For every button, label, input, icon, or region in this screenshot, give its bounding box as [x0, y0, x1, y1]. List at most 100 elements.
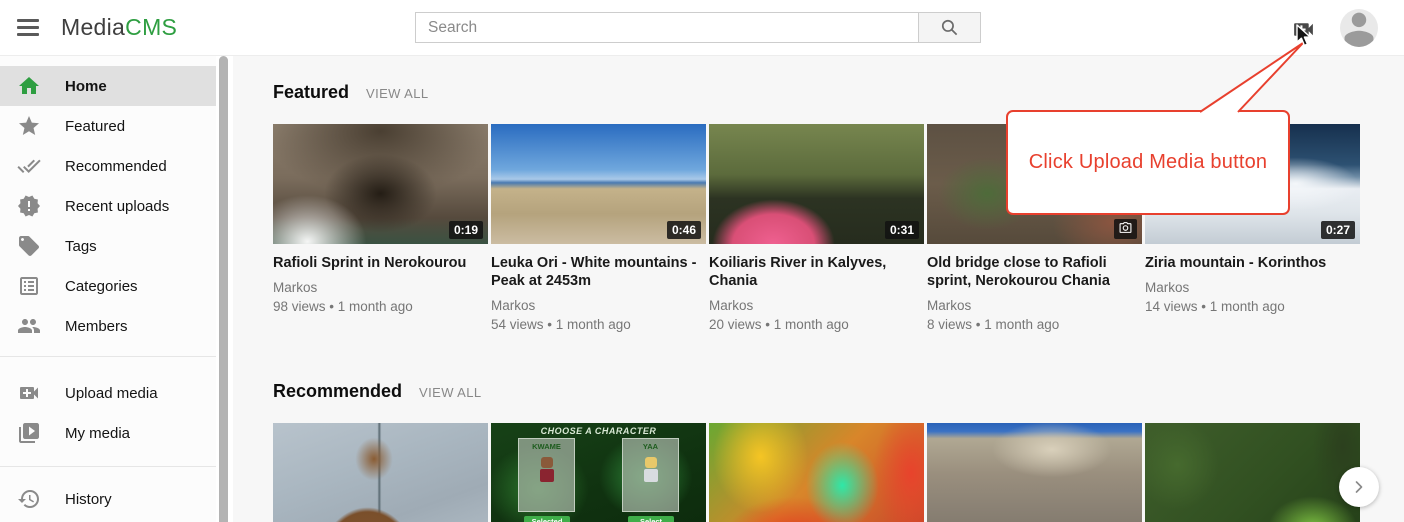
thumb-game-sprite: [540, 457, 554, 483]
sidebar-item-label: My media: [65, 425, 130, 442]
sidebar-item-recent-uploads[interactable]: Recent uploads: [0, 186, 216, 226]
video-title[interactable]: Leuka Ori - White mountains - Peak at 24…: [491, 254, 706, 290]
duration-badge: 0:27: [1321, 221, 1355, 239]
done-all-icon: [17, 154, 41, 178]
media-card: [1145, 423, 1360, 522]
logo-media: Media: [61, 14, 125, 40]
hamburger-icon[interactable]: [17, 19, 39, 36]
video-thumbnail[interactable]: 0:31: [709, 124, 924, 244]
video-thumbnail[interactable]: [927, 423, 1142, 522]
members-icon: [17, 314, 41, 338]
sidebar-item-home[interactable]: Home: [0, 66, 216, 106]
person-icon: [1340, 9, 1378, 47]
thumb-game-header-text: CHOOSE A CHARACTER: [491, 426, 706, 436]
video-thumbnail[interactable]: 0:46: [491, 124, 706, 244]
sidebar-item-label: Recent uploads: [65, 198, 169, 215]
view-all-link[interactable]: VIEW ALL: [419, 385, 481, 400]
categories-icon: [17, 274, 41, 298]
video-author[interactable]: Markos: [273, 280, 488, 296]
sidebar-item-label: Members: [65, 318, 128, 335]
thumb-game-button: Select: [628, 516, 674, 522]
thumb-game-button: Selected: [524, 516, 570, 522]
media-card: 0:19 Rafioli Sprint in Nerokourou Markos…: [273, 124, 488, 333]
upload-media-button[interactable]: [1291, 17, 1316, 42]
carousel-next-button[interactable]: [1339, 467, 1379, 507]
video-title[interactable]: Ziria mountain - Korinthos: [1145, 254, 1360, 272]
history-icon: [17, 487, 41, 511]
duration-badge: 0:19: [449, 221, 483, 239]
view-all-link[interactable]: VIEW ALL: [366, 86, 428, 101]
sidebar-item-my-media[interactable]: My media: [0, 413, 216, 453]
chevron-right-icon: [1349, 477, 1369, 497]
sidebar-item-tags[interactable]: Tags: [0, 226, 216, 266]
sidebar-scrollbar-thumb[interactable]: [219, 56, 228, 522]
sidebar-divider: [0, 356, 216, 357]
sidebar-divider: [0, 466, 216, 467]
sidebar-item-history[interactable]: History: [0, 479, 216, 519]
sidebar-item-label: Tags: [65, 238, 97, 255]
video-meta: 98 views • 1 month ago: [273, 298, 488, 315]
sidebar-item-featured[interactable]: Featured: [0, 106, 216, 146]
section-title: Recommended: [273, 381, 402, 402]
tag-icon: [17, 234, 41, 258]
video-thumbnail[interactable]: [709, 423, 924, 522]
search-bar: [415, 12, 981, 43]
search-input[interactable]: [415, 12, 918, 43]
video-title[interactable]: Rafioli Sprint in Nerokourou: [273, 254, 488, 272]
media-card: [273, 423, 488, 522]
video-author[interactable]: Markos: [491, 298, 706, 314]
recommended-section: Recommended VIEW ALL CHOOSE A CHARACTER …: [273, 381, 1360, 522]
media-card: 0:46 Leuka Ori - White mountains - Peak …: [491, 124, 706, 333]
duration-badge: 0:31: [885, 221, 919, 239]
video-meta: 54 views • 1 month ago: [491, 316, 706, 333]
media-card: [927, 423, 1142, 522]
upload-media-icon: [17, 381, 41, 405]
home-icon: [17, 74, 41, 98]
sidebar-item-categories[interactable]: Categories: [0, 266, 216, 306]
sidebar-item-members[interactable]: Members: [0, 306, 216, 346]
user-avatar[interactable]: [1340, 9, 1378, 47]
annotation-callout: Click Upload Media button: [1006, 110, 1290, 215]
video-author[interactable]: Markos: [709, 298, 924, 314]
logo-cms: CMS: [125, 14, 177, 40]
sidebar-scrollbar-track: [216, 56, 233, 522]
my-media-icon: [17, 421, 41, 445]
video-thumbnail[interactable]: CHOOSE A CHARACTER KWAME YAA Selected Se…: [491, 423, 706, 522]
video-meta: 20 views • 1 month ago: [709, 316, 924, 333]
media-card: CHOOSE A CHARACTER KWAME YAA Selected Se…: [491, 423, 706, 522]
sidebar-item-label: Upload media: [65, 385, 158, 402]
video-meta: 8 views • 1 month ago: [927, 316, 1142, 333]
sidebar-item-label: Featured: [65, 118, 125, 135]
section-title: Featured: [273, 82, 349, 103]
search-icon: [940, 18, 959, 37]
duration-badge: 0:46: [667, 221, 701, 239]
media-card: [709, 423, 924, 522]
media-card: 0:31 Koiliaris River in Kalyves, Chania …: [709, 124, 924, 333]
video-thumbnail[interactable]: [273, 423, 488, 522]
sidebar-item-recommended[interactable]: Recommended: [0, 146, 216, 186]
sidebar-item-label: Home: [65, 78, 107, 95]
sidebar-item-label: History: [65, 491, 112, 508]
video-title[interactable]: Old bridge close to Rafioli sprint, Nero…: [927, 254, 1142, 290]
thumb-game-sprite: [644, 457, 658, 483]
video-thumbnail[interactable]: [1145, 423, 1360, 522]
video-thumbnail[interactable]: 0:19: [273, 124, 488, 244]
video-author[interactable]: Markos: [927, 298, 1142, 314]
photo-badge: [1114, 219, 1137, 239]
sidebar-item-label: Categories: [65, 278, 138, 295]
video-title[interactable]: Koiliaris River in Kalyves, Chania: [709, 254, 924, 290]
sidebar: Home Featured Recommended Recent uploads…: [0, 56, 216, 522]
star-icon: [17, 114, 41, 138]
top-bar: MediaCMS: [0, 0, 1404, 56]
new-releases-icon: [17, 194, 41, 218]
upload-media-icon: [1291, 17, 1316, 42]
video-author[interactable]: Markos: [1145, 280, 1360, 296]
thumb-game-character-name: KWAME: [519, 442, 574, 451]
camera-icon: [1119, 222, 1132, 233]
annotation-callout-text: Click Upload Media button: [1029, 151, 1267, 174]
app-logo[interactable]: MediaCMS: [61, 14, 177, 41]
video-meta: 14 views • 1 month ago: [1145, 298, 1360, 315]
sidebar-item-label: Recommended: [65, 158, 167, 175]
search-button[interactable]: [918, 12, 981, 43]
sidebar-item-upload-media[interactable]: Upload media: [0, 373, 216, 413]
